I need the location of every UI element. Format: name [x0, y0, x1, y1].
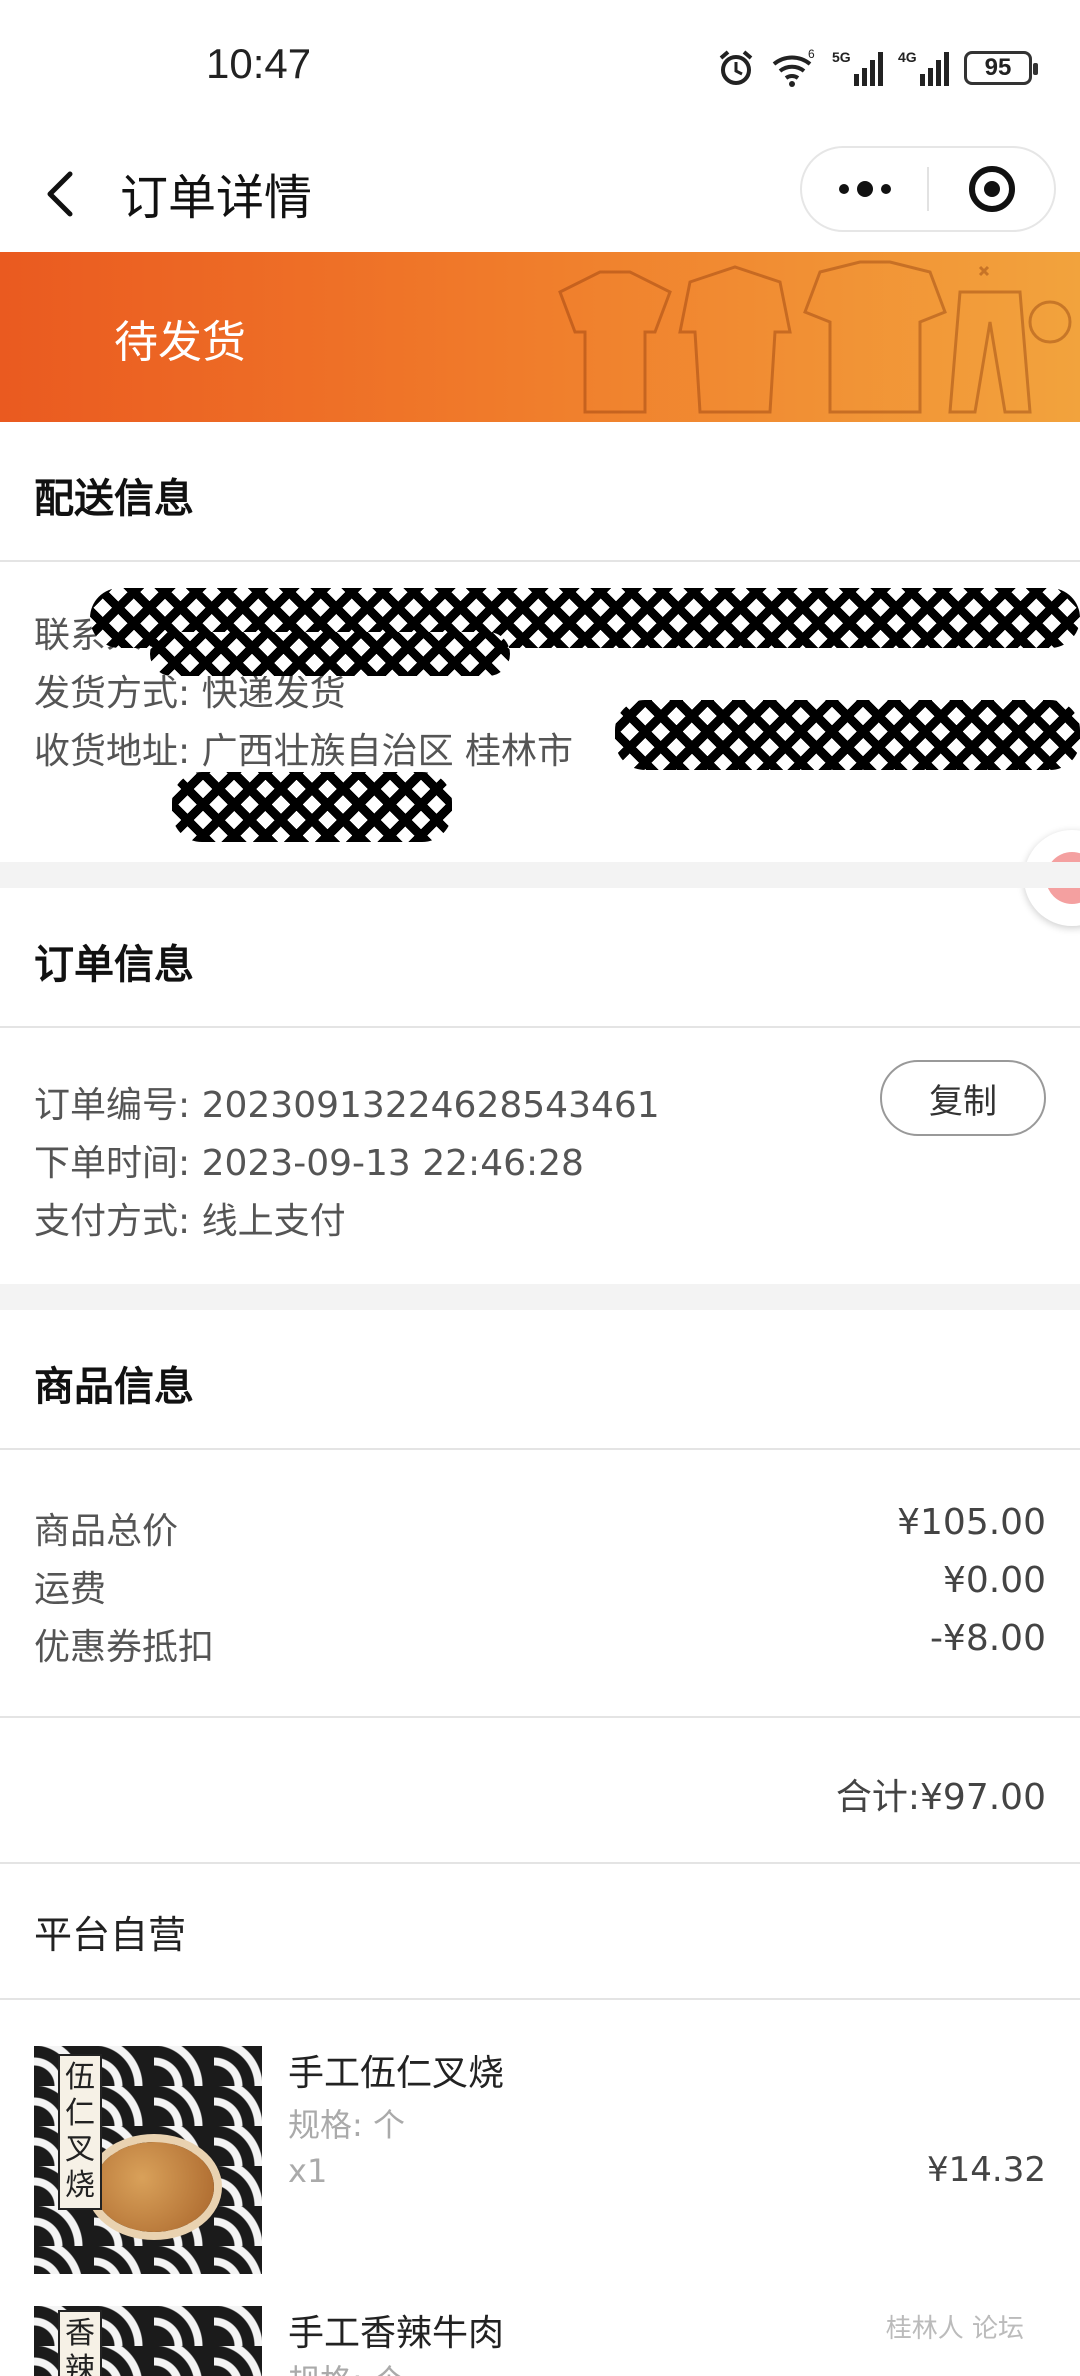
section-gap — [0, 862, 1080, 888]
goods-section-header: 商品信息 — [0, 1310, 1080, 1450]
order-title: 订单信息 — [34, 942, 194, 988]
product-image-label: 香辣 — [58, 2310, 102, 2376]
shipping-value: 快递发货 — [201, 673, 346, 714]
redaction-scribble — [172, 772, 452, 842]
payment-value: 线上支付 — [201, 1201, 346, 1242]
clothing-decoration-icon — [558, 260, 1072, 414]
close-miniprogram-button[interactable] — [929, 148, 1054, 230]
order-number-label: 订单编号: — [34, 1085, 191, 1126]
signal-5g-icon: 5G — [832, 48, 884, 88]
address-row: 收货地址: 广西壮族自治区 桂林市 — [34, 722, 573, 774]
payment-label: 支付方式: — [34, 1201, 191, 1242]
address-value: 广西壮族自治区 桂林市 — [201, 731, 574, 772]
battery-level: 95 — [984, 54, 1012, 81]
product-spec: 规格: 个 — [288, 2106, 405, 2144]
order-status: 待发货 — [114, 317, 246, 368]
product-spec: 规格: 个 — [288, 2356, 405, 2376]
divider — [0, 1862, 1080, 1864]
goods-total-label: 商品总价 — [34, 1511, 179, 1552]
wifi-label: 6 — [808, 48, 815, 61]
product-name[interactable]: 手工香辣牛肉 — [288, 2304, 504, 2356]
address-label: 收货地址: — [34, 731, 191, 772]
battery-icon: 95 — [964, 51, 1038, 85]
wifi-icon: 6 — [770, 48, 818, 88]
goods-total-value: ¥105.00 — [897, 1502, 1046, 1543]
nav-bar: 订单详情 — [0, 140, 1080, 252]
order-section-header: 订单信息 — [0, 888, 1080, 1028]
copy-button[interactable]: 复制 — [880, 1060, 1046, 1136]
status-bar: 10:47 6 5G 4G 95 — [0, 0, 1080, 140]
signal-4g-label: 4G — [898, 49, 917, 65]
redaction-scribble — [150, 632, 510, 676]
status-time: 10:47 — [206, 40, 312, 87]
delivery-section-header: 配送信息 — [0, 422, 1080, 562]
order-time-label: 下单时间: — [34, 1143, 191, 1184]
product-image-label: 伍仁叉烧 — [58, 2054, 102, 2210]
shop-name: 平台自营 — [34, 1913, 187, 1957]
status-icons: 6 5G 4G 95 — [716, 46, 1038, 90]
back-button[interactable] — [34, 164, 94, 224]
order-number-value: 20230913224628543461 — [201, 1085, 660, 1126]
order-time-value: 2023-09-13 22:46:28 — [201, 1143, 584, 1184]
goods-title: 商品信息 — [34, 1364, 194, 1410]
delivery-title: 配送信息 — [34, 476, 194, 522]
more-button[interactable] — [802, 148, 927, 230]
divider — [0, 1716, 1080, 1718]
order-number-row: 订单编号: 20230913224628543461 — [34, 1076, 660, 1128]
product-image[interactable]: 香辣 — [34, 2306, 262, 2376]
mooncake-image — [94, 2142, 214, 2232]
mini-program-capsule — [800, 146, 1056, 232]
coupon-value: -¥8.00 — [929, 1618, 1046, 1659]
target-icon — [968, 166, 1015, 212]
product-image[interactable]: 伍仁叉烧 — [34, 2046, 262, 2274]
freight-label: 运费 — [34, 1569, 107, 1610]
product-price: ¥14.32 — [927, 2150, 1046, 2190]
signal-5g-label: 5G — [832, 49, 851, 65]
payment-method-row: 支付方式: 线上支付 — [34, 1192, 346, 1244]
signal-4g-icon: 4G — [898, 48, 950, 88]
more-dots-icon — [838, 181, 891, 197]
watermark: 桂林人 论坛 — [885, 2314, 1024, 2344]
alarm-icon — [716, 48, 756, 88]
redaction-scribble — [615, 700, 1080, 770]
shipping-label: 发货方式: — [34, 673, 191, 714]
section-gap — [0, 1284, 1080, 1310]
divider — [0, 1998, 1080, 2000]
chevron-left-icon — [47, 171, 73, 217]
freight-value: ¥0.00 — [942, 1560, 1046, 1601]
order-status-banner: 待发货 — [0, 252, 1080, 422]
product-qty: x1 — [288, 2152, 328, 2190]
order-sum: 合计:¥97.00 — [835, 1777, 1046, 1818]
coupon-label: 优惠券抵扣 — [34, 1627, 215, 1668]
product-name[interactable]: 手工伍仁叉烧 — [288, 2044, 504, 2096]
page-title: 订单详情 — [120, 170, 313, 226]
order-time-row: 下单时间: 2023-09-13 22:46:28 — [34, 1134, 584, 1186]
